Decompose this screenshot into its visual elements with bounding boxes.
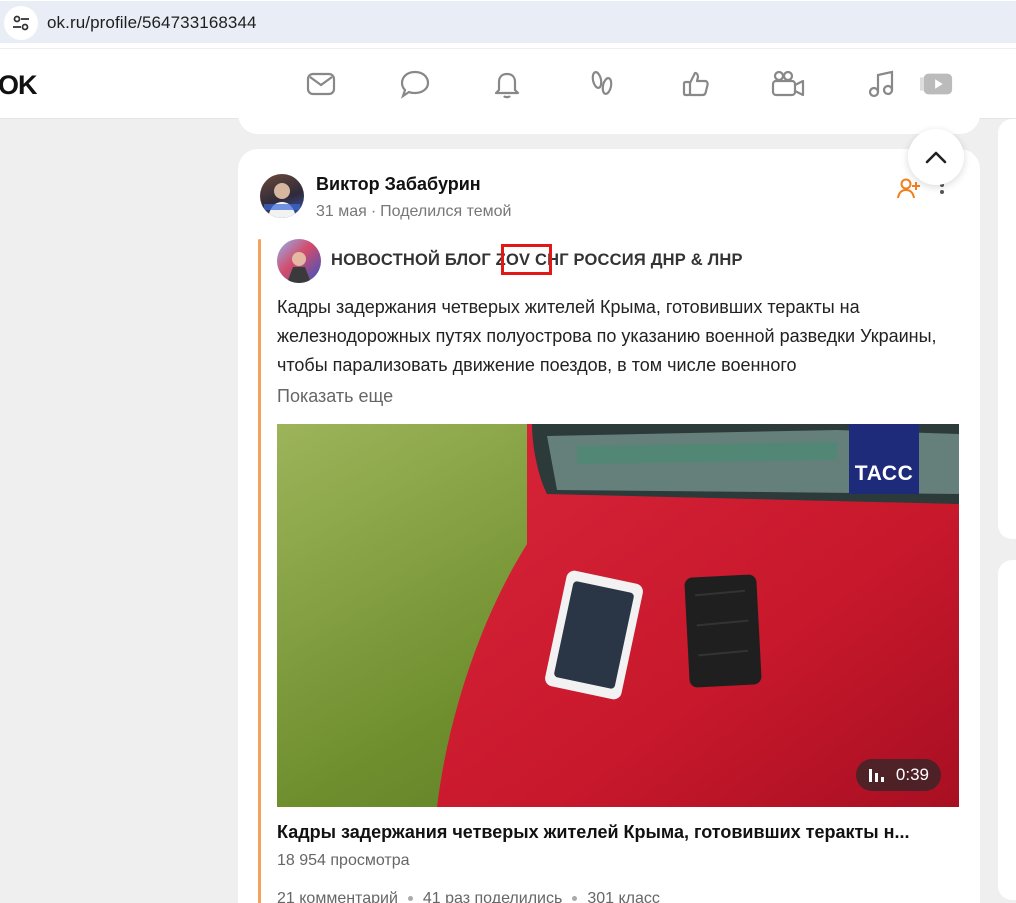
video-play-icon[interactable] [920, 67, 954, 101]
chat-bubble-icon[interactable] [398, 67, 432, 101]
tass-watermark: ТАСС [849, 424, 919, 494]
scroll-to-top-button[interactable] [908, 129, 964, 185]
bell-icon[interactable] [490, 67, 524, 101]
stats-separator [407, 896, 413, 902]
post-text: Кадры задержания четверых жителей Крыма,… [277, 297, 937, 375]
show-more-link[interactable]: Показать еще [277, 386, 393, 407]
right-column-widget [998, 119, 1016, 539]
video-camera-icon[interactable] [771, 67, 805, 101]
add-friend-icon[interactable] [896, 176, 922, 202]
video-title[interactable]: Кадры задержания четверых жителей Крыма,… [277, 822, 967, 843]
right-column-widget [998, 560, 1016, 900]
url-text[interactable]: ok.ru/profile/564733168344 [47, 13, 257, 33]
meta-separator: · [370, 203, 377, 220]
comments-count[interactable]: 21 комментарий [277, 890, 398, 903]
thumbs-up-icon[interactable] [679, 67, 713, 101]
envelope-icon[interactable] [304, 67, 338, 101]
video-views: 18 954 просмотра [277, 852, 410, 869]
post-meta: 31 мая · Поделился темой [316, 203, 512, 221]
post-action: Поделился темой [380, 203, 512, 220]
site-info-icon[interactable] [4, 6, 38, 40]
browser-address-bar: ok.ru/profile/564733168344 [0, 0, 1016, 48]
music-note-icon[interactable] [864, 67, 898, 101]
group-avatar[interactable] [277, 239, 321, 283]
previous-post-card [238, 100, 980, 134]
video-duration-badge: 0:39 [855, 759, 941, 791]
shares-count[interactable]: 41 раз поделились [423, 890, 562, 903]
feed-post-card: Виктор Забабурин 31 мая · Поделился темой … [238, 149, 980, 903]
video-player[interactable]: ТАСС 0:39 [277, 424, 959, 807]
ok-logo[interactable]: OK [0, 70, 37, 101]
footprints-icon[interactable] [585, 67, 619, 101]
video-duration: 0:39 [895, 765, 929, 784]
author-avatar[interactable] [260, 174, 304, 218]
likes-count[interactable]: 301 класс [587, 890, 660, 903]
highlight-annotation-box [501, 244, 552, 275]
bars-icon [868, 769, 884, 782]
shared-quote-bar [258, 239, 261, 903]
post-stats: 21 комментарий 41 раз поделились 301 класс [277, 890, 660, 903]
post-date[interactable]: 31 мая [316, 203, 367, 220]
omnibox[interactable]: ok.ru/profile/564733168344 [0, 1, 1016, 43]
author-name[interactable]: Виктор Забабурин [316, 174, 481, 195]
stats-separator [572, 896, 578, 902]
chevron-up-icon [925, 151, 947, 164]
